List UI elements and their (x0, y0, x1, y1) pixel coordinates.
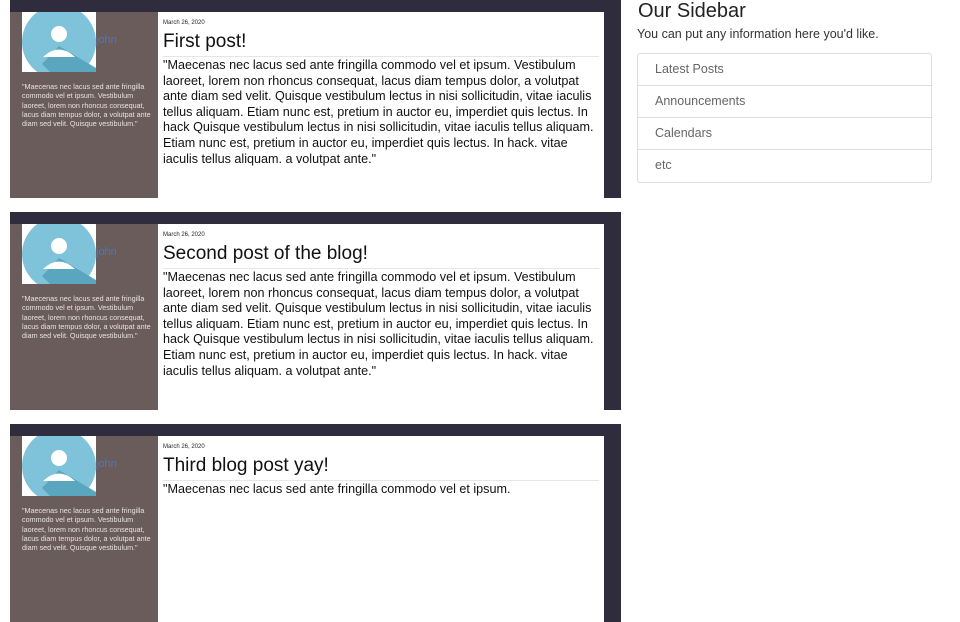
user-avatar-icon (22, 12, 96, 72)
post-date: March 26, 2020 (163, 232, 205, 238)
post-content: March 26, 2020 Third blog post yay! "Mae… (158, 436, 604, 622)
avatar[interactable] (22, 12, 96, 72)
post-body: "Maecenas nec lacus sed ante fringilla c… (163, 270, 594, 378)
post-body: "Maecenas nec lacus sed ante fringilla c… (163, 58, 594, 166)
post-content: March 26, 2020 First post! "Maecenas nec… (158, 12, 604, 198)
sidebar-description: You can put any information here you'd l… (637, 27, 879, 41)
user-avatar-icon (22, 436, 96, 496)
post-body: "Maecenas nec lacus sed ante fringilla c… (163, 482, 511, 496)
author-panel: john "Maecenas nec lacus sed ante fringi… (10, 12, 158, 198)
post-card: john "Maecenas nec lacus sed ante fringi… (10, 0, 621, 198)
author-link[interactable]: john (96, 458, 117, 470)
avatar[interactable] (22, 436, 96, 496)
post-date: March 26, 2020 (163, 20, 205, 26)
author-link[interactable]: john (96, 34, 117, 46)
sidebar-title: Our Sidebar (638, 0, 746, 22)
user-avatar-icon (22, 224, 96, 284)
author-panel: john "Maecenas nec lacus sed ante fringi… (10, 224, 158, 410)
sidebar-item-calendars[interactable]: Calendars (638, 118, 931, 150)
sidebar-item-etc[interactable]: etc (638, 150, 931, 182)
author-panel: john "Maecenas nec lacus sed ante fringi… (10, 436, 158, 622)
sidebar-item-latest-posts[interactable]: Latest Posts (638, 54, 931, 86)
avatar[interactable] (22, 224, 96, 284)
author-bio: "Maecenas nec lacus sed ante fringilla c… (22, 506, 151, 553)
author-bio: "Maecenas nec lacus sed ante fringilla c… (22, 82, 151, 129)
post-feed: john "Maecenas nec lacus sed ante fringi… (10, 0, 621, 622)
post-date: March 26, 2020 (163, 444, 205, 450)
author-bio: "Maecenas nec lacus sed ante fringilla c… (22, 294, 151, 341)
post-title[interactable]: Third blog post yay! (163, 454, 599, 481)
post-card: john "Maecenas nec lacus sed ante fringi… (10, 424, 621, 622)
sidebar-list: Latest Posts Announcements Calendars etc (637, 53, 932, 183)
author-link[interactable]: john (96, 246, 117, 258)
post-card: john "Maecenas nec lacus sed ante fringi… (10, 212, 621, 410)
sidebar-item-announcements[interactable]: Announcements (638, 86, 931, 118)
post-title[interactable]: First post! (163, 30, 599, 57)
post-content: March 26, 2020 Second post of the blog! … (158, 224, 604, 410)
post-title[interactable]: Second post of the blog! (163, 242, 599, 269)
